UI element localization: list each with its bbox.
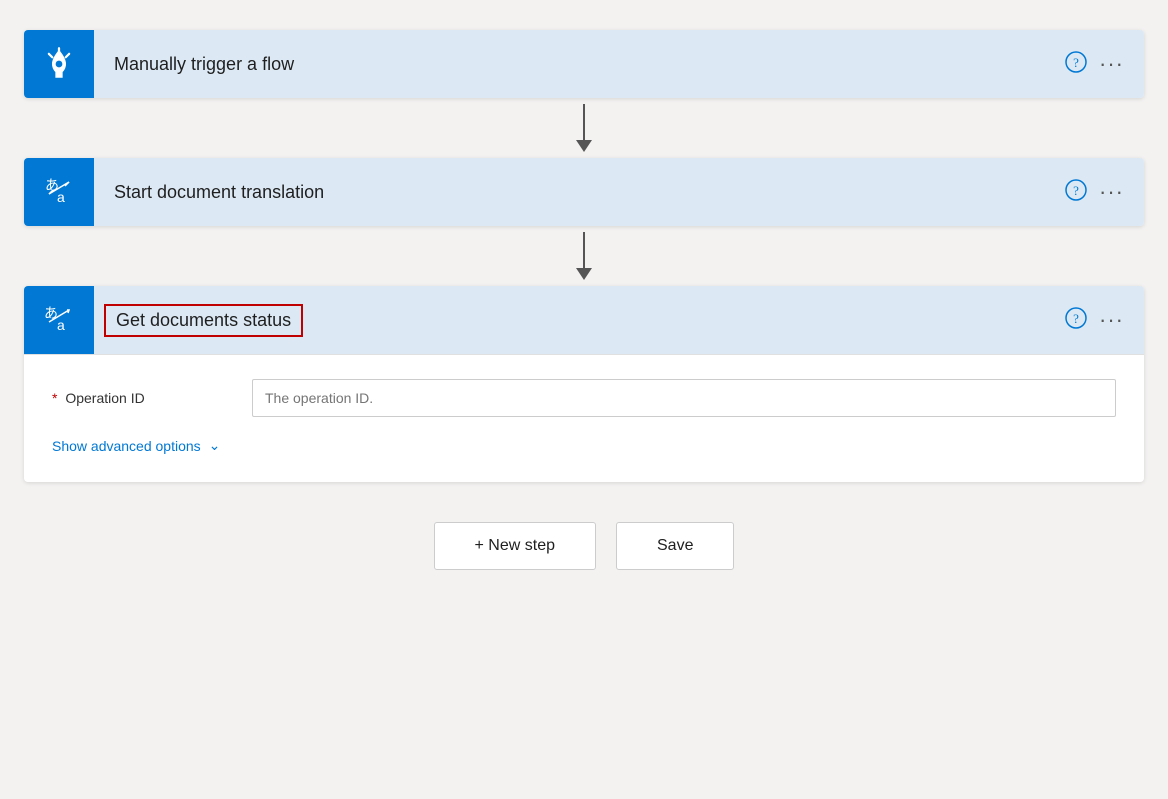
operation-id-row: * Operation ID	[52, 379, 1116, 417]
trigger-more-button[interactable]: ···	[1099, 51, 1124, 77]
step-get-docs-status: あ a Get documents status ? ···	[24, 286, 1144, 482]
step-trigger-header[interactable]: Manually trigger a flow ? ···	[24, 30, 1144, 98]
advanced-options-toggle[interactable]: Show advanced options ⌄	[52, 437, 1116, 454]
operation-id-label-text: Operation ID	[65, 390, 144, 406]
start-translation-more-button[interactable]: ···	[1099, 179, 1124, 205]
advanced-options-label: Show advanced options	[52, 438, 201, 454]
step-get-docs-status-actions: ? ···	[1065, 307, 1144, 333]
get-docs-status-icon: あ a	[24, 286, 94, 354]
step-get-docs-status-title-wrapper: Get documents status	[94, 304, 1065, 337]
step-get-docs-status-header[interactable]: あ a Get documents status ? ···	[24, 286, 1144, 354]
svg-text:a: a	[57, 317, 65, 333]
arrow-line-1	[583, 104, 585, 140]
arrow-line-2	[583, 232, 585, 268]
arrow-2	[576, 226, 592, 286]
step-trigger-title: Manually trigger a flow	[94, 54, 1065, 75]
required-star: *	[52, 390, 57, 406]
step-start-translation-title: Start document translation	[94, 182, 1065, 203]
svg-text:a: a	[57, 189, 65, 205]
bottom-buttons: + New step Save	[434, 522, 735, 570]
chevron-down-icon: ⌄	[209, 437, 221, 454]
svg-text:?: ?	[1073, 183, 1079, 198]
start-translation-help-button[interactable]: ?	[1065, 179, 1087, 205]
arrow-head-1	[576, 140, 592, 152]
step-start-translation: あ a Start document translation ? ···	[24, 158, 1144, 226]
step-start-translation-header[interactable]: あ a Start document translation ? ···	[24, 158, 1144, 226]
step-get-docs-status-body: * Operation ID Show advanced options ⌄	[24, 354, 1144, 482]
new-step-button[interactable]: + New step	[434, 522, 596, 570]
step-trigger: Manually trigger a flow ? ···	[24, 30, 1144, 98]
arrow-1	[576, 98, 592, 158]
svg-text:?: ?	[1073, 55, 1079, 70]
flow-container: Manually trigger a flow ? ··· あ a	[24, 30, 1144, 570]
get-docs-status-help-button[interactable]: ?	[1065, 307, 1087, 333]
step-get-docs-status-title: Get documents status	[104, 304, 303, 337]
get-docs-status-more-button[interactable]: ···	[1099, 307, 1124, 333]
svg-text:?: ?	[1073, 311, 1079, 326]
start-translation-icon: あ a	[24, 158, 94, 226]
save-button[interactable]: Save	[616, 522, 734, 570]
step-trigger-actions: ? ···	[1065, 51, 1144, 77]
operation-id-input[interactable]	[252, 379, 1116, 417]
step-start-translation-actions: ? ···	[1065, 179, 1144, 205]
operation-id-label: * Operation ID	[52, 390, 252, 406]
arrow-head-2	[576, 268, 592, 280]
trigger-icon	[24, 30, 94, 98]
trigger-help-button[interactable]: ?	[1065, 51, 1087, 77]
